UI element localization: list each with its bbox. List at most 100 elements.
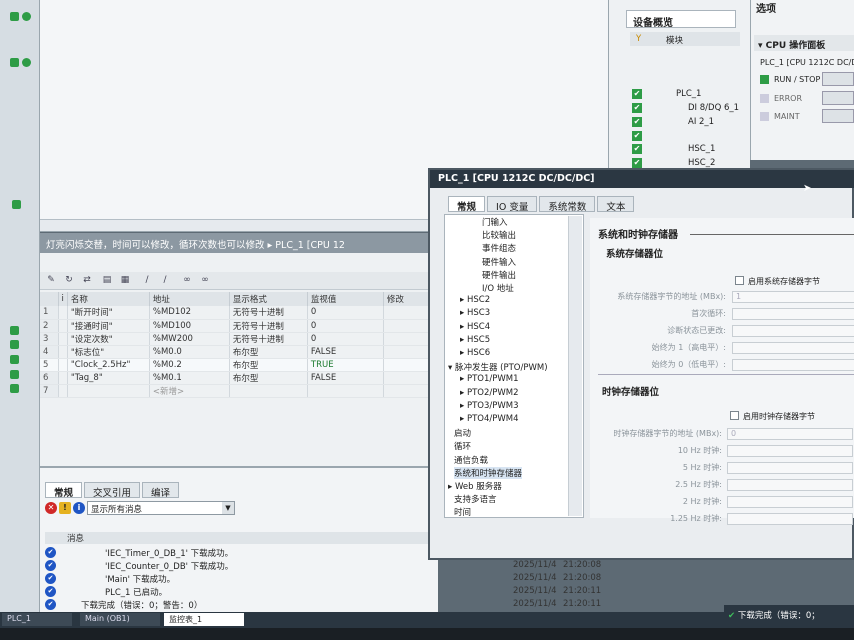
tag-address[interactable]: %MD100 (149, 319, 230, 333)
status-item-main[interactable]: Main (OB1) (80, 613, 160, 626)
message-filter-select[interactable]: 显示所有消息 ▼ (87, 501, 235, 515)
tree-item[interactable]: 事件组态 (482, 242, 516, 254)
monitor-value[interactable]: FALSE (307, 345, 384, 359)
field-input[interactable] (727, 462, 853, 474)
display-format[interactable] (229, 384, 308, 398)
tree-item[interactable]: 系统和时钟存储器 (454, 466, 523, 479)
tag-name[interactable]: "Clock_2.5Hz" (67, 358, 150, 372)
tree-item[interactable]: ▸ HSC6 (460, 348, 490, 358)
display-format[interactable]: 布尔型 (229, 345, 308, 359)
monitor-icon[interactable]: ✎ (44, 275, 58, 287)
list-item[interactable]: ✔ PLC_1 已启动。 2025/11/4 21:20:11 (45, 586, 725, 598)
tag-address[interactable]: %MD102 (149, 306, 230, 320)
table-row[interactable]: 1 "断开时间" %MD102 无符号十进制 0 (40, 306, 441, 320)
tree-item[interactable]: 比较输出 (482, 229, 516, 241)
tag-name[interactable]: "断开时间" (67, 306, 150, 320)
table-row[interactable]: 6 "Tag_8" %M0.1 布尔型 FALSE (40, 371, 441, 385)
edit-icon[interactable]: ∕ (140, 275, 154, 287)
device-item[interactable]: ✔ DI 8/DQ 6_1 (632, 102, 742, 115)
list-item[interactable]: ✔ 下载完成（错误：0；警告：0） 2025/11/4 21:20:11 (45, 599, 725, 611)
field-input[interactable] (727, 496, 853, 508)
tree-item[interactable]: 启动 (454, 427, 471, 439)
display-format[interactable]: 无符号十进制 (229, 332, 308, 346)
status-item-plc[interactable]: PLC_1 (2, 613, 72, 626)
tree-item[interactable]: ▸ PTO2/PWM2 (460, 388, 519, 398)
field-input[interactable] (732, 359, 854, 371)
list-item[interactable]: ✔ 'Main' 下载成功。 2025/11/4 21:20:08 (45, 573, 725, 585)
enable-clock-memory-checkbox[interactable] (730, 411, 739, 420)
monitor-value[interactable]: TRUE (307, 358, 384, 372)
tree-item[interactable]: ▸ HSC5 (460, 335, 490, 345)
tree-item[interactable]: 门输入 (482, 216, 508, 228)
filter-icon[interactable]: Y (636, 34, 641, 44)
monitor-value[interactable]: 0 (307, 306, 384, 320)
tree-item[interactable]: ▸ Web 服务器 (448, 480, 502, 492)
stop-button[interactable] (822, 91, 854, 105)
table-row[interactable]: 5 "Clock_2.5Hz" %M0.2 布尔型 TRUE (40, 358, 441, 372)
tag-name[interactable]: "Tag_8" (67, 371, 150, 385)
edit-icon[interactable]: ∕ (158, 275, 172, 287)
tree-item[interactable]: 循环 (454, 440, 471, 452)
field-input[interactable] (727, 479, 853, 491)
tree-item[interactable]: ▾ 脉冲发生器 (PTO/PWM) (448, 361, 548, 373)
tab-texts[interactable]: 文本 (597, 196, 635, 213)
tag-name[interactable]: "设定次数" (67, 332, 150, 346)
tag-name[interactable]: "接通时间" (67, 319, 150, 333)
tree-item[interactable]: 支持多语言 (454, 493, 497, 505)
table-row[interactable]: 4 "标志位" %M0.0 布尔型 FALSE (40, 345, 441, 359)
table-row[interactable]: 2 "接通时间" %MD100 无符号十进制 0 (40, 319, 441, 333)
tree-item[interactable]: ▸ PTO3/PWM3 (460, 401, 519, 411)
tag-name[interactable] (67, 384, 150, 398)
tab-device-overview[interactable]: 设备概览 (626, 10, 736, 29)
field-input[interactable]: 1 (732, 291, 854, 303)
tree-item[interactable]: ▸ HSC2 (460, 295, 490, 305)
field-input[interactable] (732, 342, 854, 354)
monitor-value[interactable]: 0 (307, 332, 384, 346)
tree-item[interactable]: ▸ PTO4/PWM4 (460, 414, 519, 424)
tag-address[interactable]: %M0.2 (149, 358, 230, 372)
field-input[interactable] (732, 308, 854, 320)
tab-cross-reference[interactable]: 交叉引用 (84, 482, 141, 499)
tree-item[interactable]: ▸ PTO1/PWM1 (460, 374, 519, 384)
monitor-value[interactable] (307, 384, 384, 398)
enable-system-memory-checkbox[interactable] (735, 276, 744, 285)
list-item[interactable]: ✔ 'IEC_Counter_0_DB' 下载成功。 2025/11/4 21:20:… (45, 560, 725, 572)
field-input[interactable] (727, 445, 853, 457)
tag-address[interactable]: %MW200 (149, 332, 230, 346)
tree-item[interactable]: ▸ HSC3 (460, 308, 490, 318)
tag-address[interactable]: %M0.0 (149, 345, 230, 359)
tab-system-constants[interactable]: 系统常数 (539, 196, 596, 213)
tab-compile[interactable]: 编译 (142, 482, 180, 499)
tag-name[interactable]: "标志位" (67, 345, 150, 359)
device-item[interactable]: ✔ HSC_1 (632, 143, 742, 156)
modify-icon[interactable]: ⇄ (80, 275, 94, 287)
tag-address[interactable]: %M0.1 (149, 371, 230, 385)
tree-item[interactable]: I/O 地址 (482, 282, 514, 294)
device-item[interactable]: ✔ (632, 130, 742, 143)
display-format[interactable]: 布尔型 (229, 371, 308, 385)
tree-item[interactable]: 硬件输出 (482, 269, 516, 281)
error-filter-icon[interactable]: ✕ (45, 502, 57, 514)
field-input[interactable] (727, 513, 853, 525)
display-format[interactable]: 无符号十进制 (229, 306, 308, 320)
glasses-icon[interactable]: ∞ (198, 275, 212, 287)
tree-item[interactable]: 通信负载 (454, 454, 488, 466)
warning-filter-icon[interactable]: ! (59, 502, 71, 514)
field-input[interactable]: 0 (727, 428, 853, 440)
display-format[interactable]: 布尔型 (229, 358, 308, 372)
tag-address[interactable]: <新增> (149, 384, 230, 398)
force-icon[interactable]: ▦ (118, 275, 132, 287)
tree-item[interactable]: ▸ HSC4 (460, 322, 490, 332)
table-row[interactable]: 3 "设定次数" %MW200 无符号十进制 0 (40, 332, 441, 346)
tab-io-tags[interactable]: IO 变量 (487, 196, 538, 213)
monitor-value[interactable]: 0 (307, 319, 384, 333)
refresh-icon[interactable]: ↻ (62, 275, 76, 287)
monitor-value[interactable]: FALSE (307, 371, 384, 385)
toggle-icon[interactable]: ▤ (100, 275, 114, 287)
mres-button[interactable] (822, 109, 854, 123)
tab-general[interactable]: 常规 (45, 482, 83, 499)
field-input[interactable] (732, 325, 854, 337)
tree-item[interactable]: 硬件输入 (482, 256, 516, 268)
device-item[interactable]: ✔ PLC_1 (632, 88, 742, 101)
run-button[interactable] (822, 72, 854, 86)
